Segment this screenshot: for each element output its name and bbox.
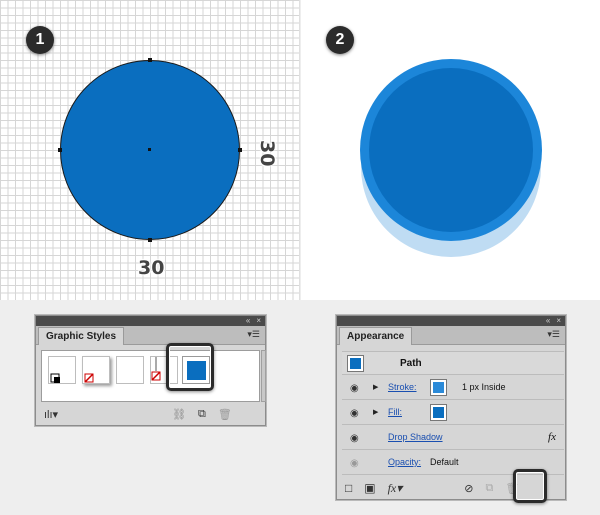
close-icon[interactable]: × bbox=[256, 316, 261, 326]
add-stroke-icon[interactable]: □ bbox=[345, 481, 352, 495]
stroke-color-swatch[interactable] bbox=[430, 379, 447, 396]
stroke-label[interactable]: Stroke: bbox=[388, 382, 417, 392]
circle-canvas-2[interactable] bbox=[301, 0, 600, 300]
stroke-value[interactable]: 1 px Inside bbox=[462, 382, 506, 392]
anchor-point-left bbox=[58, 148, 62, 152]
visibility-eye-icon[interactable]: ◉ bbox=[350, 408, 359, 419]
break-link-icon[interactable]: ⛓ bbox=[172, 408, 186, 421]
selected-style-highlight bbox=[166, 343, 214, 391]
panel-tab-row: Appearance ▾☰ bbox=[337, 326, 565, 345]
visibility-eye-icon[interactable]: ◉ bbox=[350, 458, 359, 469]
library-icon[interactable]: ılı▾ bbox=[44, 408, 58, 421]
panel-topbar: « × bbox=[337, 316, 565, 326]
graphic-styles-panel: « × Graphic Styles ▾☰ ılı▾ ⛓ ⧉ 🗑 bbox=[35, 315, 266, 426]
panel-topbar: « × bbox=[36, 316, 265, 326]
artboard-grid: 1 30 30 bbox=[0, 0, 300, 300]
tab-graphic-styles[interactable]: Graphic Styles bbox=[38, 327, 125, 345]
style-swatch-default[interactable] bbox=[48, 356, 76, 384]
appearance-path-row[interactable]: Path bbox=[342, 351, 564, 375]
graphic-styles-swatches bbox=[41, 350, 260, 402]
style-swatch-shadow[interactable] bbox=[82, 356, 110, 384]
anchor-point-right bbox=[238, 148, 242, 152]
inner-fill-circle bbox=[369, 68, 533, 232]
width-dimension-label: 30 bbox=[138, 257, 165, 279]
opacity-value[interactable]: Default bbox=[430, 457, 459, 467]
appearance-drop-shadow-row[interactable]: ◉ Drop Shadow fx bbox=[342, 426, 564, 450]
collapse-icon[interactable]: « bbox=[246, 316, 250, 326]
circle-canvas-1[interactable] bbox=[0, 0, 300, 300]
fx-menu-icon[interactable]: fx▾ bbox=[388, 481, 403, 496]
opacity-label[interactable]: Opacity: bbox=[388, 457, 421, 467]
expand-triangle-icon[interactable]: ▶ bbox=[373, 383, 378, 391]
anchor-point-top bbox=[148, 58, 152, 62]
trash-highlight bbox=[513, 469, 547, 503]
new-style-icon[interactable]: ⧉ bbox=[198, 408, 206, 421]
graphic-styles-footer: ılı▾ ⛓ ⧉ 🗑 bbox=[36, 403, 265, 425]
add-fill-icon[interactable]: ▣ bbox=[364, 481, 375, 495]
collapse-icon[interactable]: « bbox=[546, 316, 550, 326]
artboard-result: 2 bbox=[301, 0, 600, 300]
appearance-fill-row[interactable]: ◉ ▶ Fill: bbox=[342, 401, 564, 425]
visibility-eye-icon[interactable]: ◉ bbox=[350, 383, 359, 394]
clear-appearance-icon[interactable]: ⊘ bbox=[464, 482, 473, 495]
drop-shadow-label[interactable]: Drop Shadow bbox=[388, 432, 443, 442]
visibility-eye-icon[interactable]: ◉ bbox=[350, 433, 359, 444]
center-point bbox=[148, 148, 151, 151]
path-label: Path bbox=[400, 358, 422, 369]
panel-tab-row: Graphic Styles ▾☰ bbox=[36, 326, 265, 345]
style-swatch-plain[interactable] bbox=[116, 356, 144, 384]
duplicate-icon[interactable]: ⧉ bbox=[486, 482, 494, 495]
path-thumbnail bbox=[347, 355, 364, 372]
fill-color-swatch[interactable] bbox=[430, 404, 447, 421]
panel-menu-icon[interactable]: ▾☰ bbox=[247, 329, 260, 340]
expand-triangle-icon[interactable]: ▶ bbox=[373, 408, 378, 416]
trash-icon[interactable]: 🗑 bbox=[218, 408, 232, 421]
fx-icon[interactable]: fx bbox=[548, 431, 556, 443]
appearance-stroke-row[interactable]: ◉ ▶ Stroke: 1 px Inside bbox=[342, 376, 564, 400]
height-dimension-label: 30 bbox=[256, 140, 278, 167]
anchor-point-bottom bbox=[148, 238, 152, 242]
close-icon[interactable]: × bbox=[556, 316, 561, 326]
fill-label[interactable]: Fill: bbox=[388, 407, 402, 417]
swatch-scrollbar[interactable] bbox=[261, 350, 266, 402]
tab-appearance[interactable]: Appearance bbox=[339, 327, 413, 345]
panel-menu-icon[interactable]: ▾☰ bbox=[547, 329, 560, 340]
